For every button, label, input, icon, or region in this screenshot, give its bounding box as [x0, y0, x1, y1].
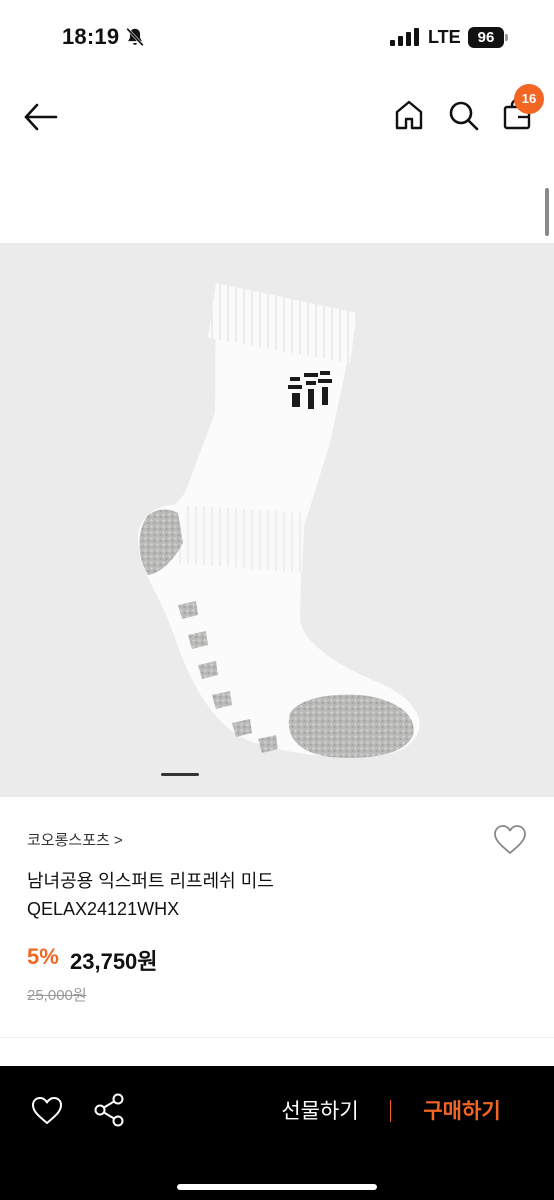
- status-bar: 18:19 LTE 96: [0, 0, 554, 76]
- discount-rate: 5%: [27, 944, 59, 969]
- bottom-action-bar: 선물하기 구매하기: [0, 1066, 554, 1200]
- bell-off-icon: [126, 27, 144, 47]
- home-icon[interactable]: [392, 98, 426, 132]
- brand-link[interactable]: 코오롱스포츠 >: [27, 829, 123, 850]
- original-price: 25,000원: [27, 987, 87, 1004]
- battery-icon: 96: [468, 27, 508, 48]
- carousel-indicator: [161, 773, 199, 776]
- heart-outline-icon[interactable]: [493, 824, 527, 856]
- product-name-line1: 남녀공용 익스퍼트 리프레쉬 미드: [27, 871, 274, 891]
- cart-count-badge: 16: [514, 84, 544, 114]
- status-time: 18:19: [62, 24, 120, 49]
- button-divider: [390, 1100, 391, 1122]
- scroll-indicator: [545, 188, 549, 236]
- network-type: LTE: [428, 27, 461, 47]
- battery-level: 96: [468, 27, 504, 48]
- battery-tip: [505, 34, 508, 41]
- product-name-line2: QELAX24121WHX: [27, 899, 180, 919]
- signal-icon: [390, 28, 419, 46]
- back-arrow-icon[interactable]: [22, 98, 60, 136]
- home-indicator: [177, 1184, 377, 1190]
- buy-button[interactable]: 구매하기: [404, 1096, 520, 1128]
- product-name: 남녀공용 익스퍼트 리프레쉬 미드 QELAX24121WHX: [27, 867, 487, 923]
- gift-button[interactable]: 선물하기: [262, 1096, 378, 1128]
- product-info: 코오롱스포츠 > 남녀공용 익스퍼트 리프레쉬 미드 QELAX24121WHX…: [0, 797, 554, 1037]
- top-nav-bar: [0, 76, 554, 156]
- search-icon[interactable]: [446, 98, 480, 132]
- sock-product-image: [137, 283, 420, 758]
- sale-price: 23,750원: [70, 949, 158, 974]
- product-image-carousel[interactable]: [0, 243, 554, 797]
- section-divider: [0, 1037, 554, 1038]
- heart-outline-icon[interactable]: [30, 1094, 64, 1128]
- share-icon[interactable]: [92, 1092, 126, 1128]
